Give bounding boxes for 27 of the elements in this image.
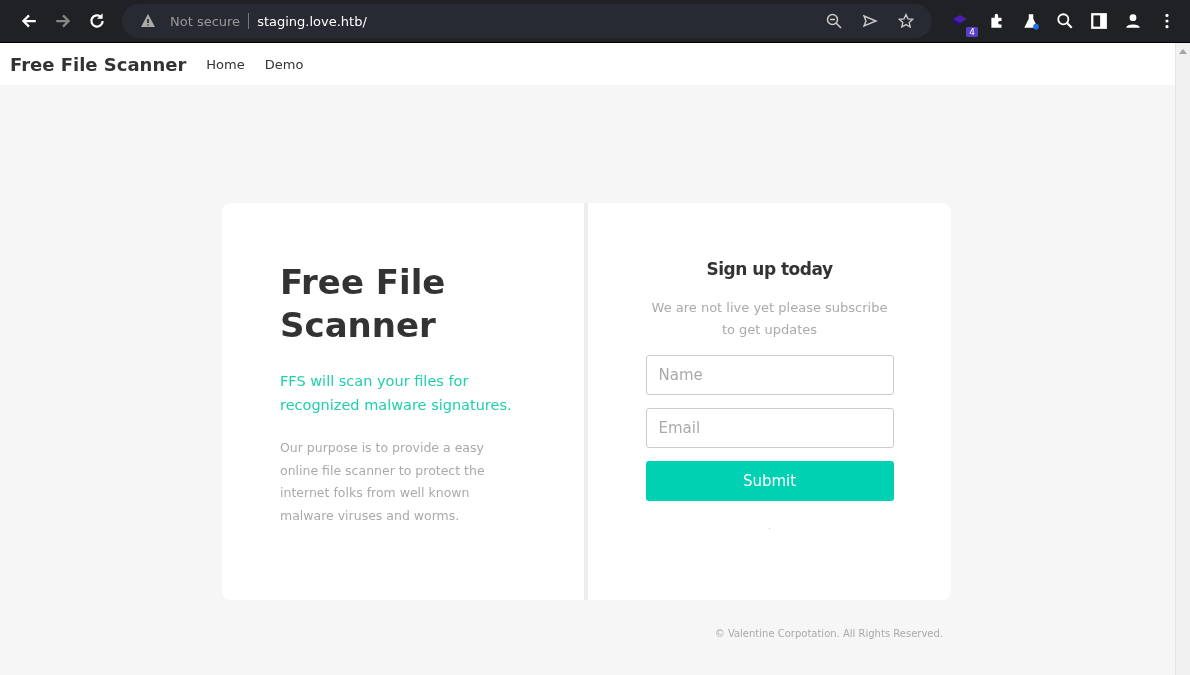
reload-icon[interactable] [88, 12, 106, 30]
send-icon[interactable] [862, 13, 878, 29]
brand-title[interactable]: Free File Scanner [10, 53, 187, 75]
description: Our purpose is to provide a easy online file scanner to protect the internet folks from well known malware viruses and worms. [280, 439, 486, 525]
profile-icon[interactable] [1124, 12, 1142, 30]
signup-title: Sign up today [706, 259, 833, 279]
hero-title: Free File Scanner [280, 261, 447, 347]
back-icon[interactable] [20, 12, 38, 30]
flask-icon[interactable] [1022, 12, 1040, 30]
zoom-out-icon[interactable] [826, 13, 842, 29]
security-label: Not secure [170, 13, 241, 29]
extension-badge: 4 [966, 27, 978, 37]
forward-icon[interactable] [54, 12, 72, 30]
input-field[interactable]: Name [645, 355, 894, 395]
nav-link[interactable]: Home [206, 56, 245, 72]
scrollbar[interactable] [1175, 43, 1190, 675]
footer-text: © Valentine Corpotation. All Rights Reserved. [714, 628, 943, 639]
tagline: FFS will scan your files for recognized malware signatures. [280, 372, 513, 415]
search-icon[interactable] [1056, 12, 1074, 30]
input-field[interactable]: Email [645, 408, 894, 448]
side-panel-icon[interactable] [1090, 12, 1108, 30]
nav-link[interactable]: Demo [264, 56, 304, 72]
signup-subtitle: We are not live yet please subscribe to get updates [650, 299, 889, 339]
url-text: staging.love.htb/ [257, 13, 367, 29]
star-icon[interactable] [898, 13, 914, 29]
address-bar[interactable]: Not secure staging.love.htb/ [122, 4, 932, 38]
warning-icon [140, 13, 156, 29]
